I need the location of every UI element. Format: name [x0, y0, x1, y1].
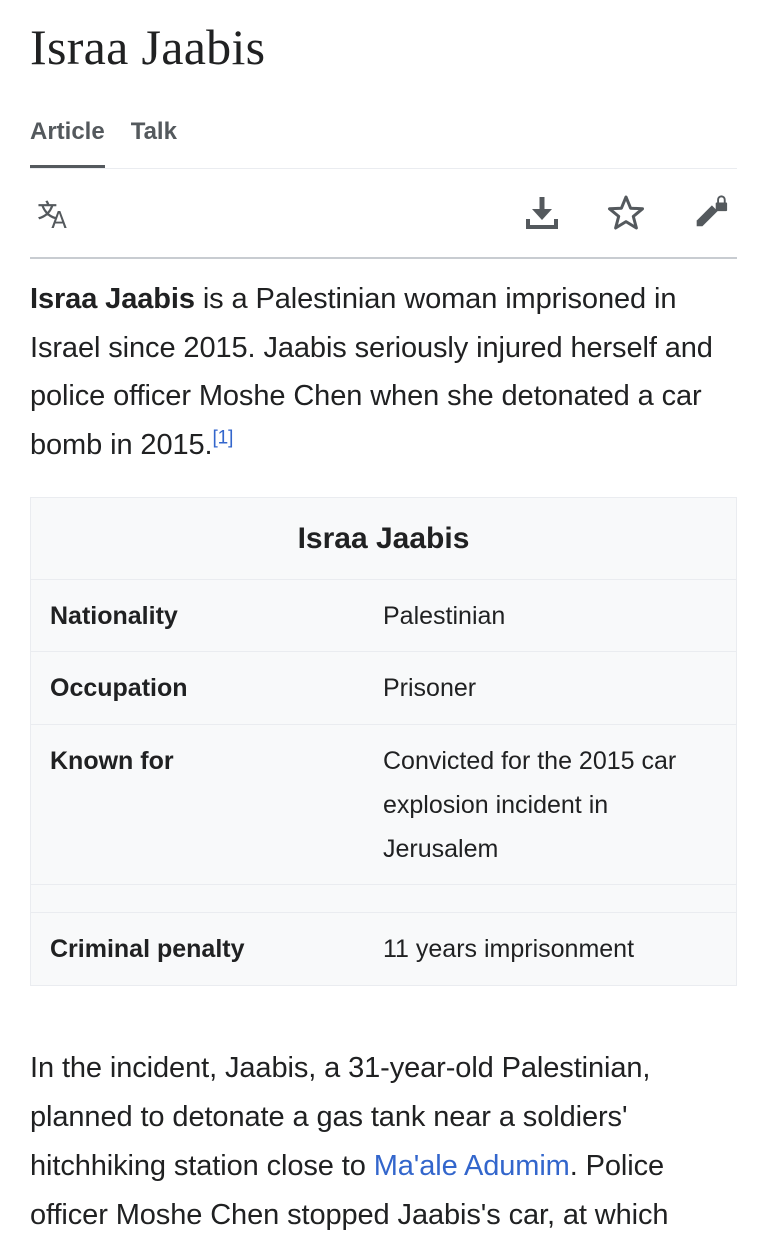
lead-paragraph: Israa Jaabis is a Palestinian woman impr…	[30, 275, 737, 469]
infobox-row-nationality: Nationality Palestinian	[31, 580, 736, 652]
infobox-label: Occupation	[50, 674, 188, 702]
infobox-value: Convicted for the 2015 car explosion inc…	[383, 747, 677, 863]
maale-adumim-link[interactable]: Ma'ale Adumim	[374, 1150, 570, 1182]
language-icon[interactable]: 文 A	[36, 194, 74, 233]
infobox-label: Nationality	[50, 601, 178, 630]
infobox-row-criminal-penalty: Criminal penalty 11 years imprisonment	[31, 913, 736, 985]
infobox-title: Israa Jaabis	[31, 498, 736, 580]
lead-subject: Israa Jaabis	[30, 283, 195, 315]
svg-text:A: A	[51, 208, 67, 233]
infobox-value: 11 years imprisonment	[383, 935, 635, 963]
infobox-row-known-for: Known for Convicted for the 2015 car exp…	[31, 725, 736, 885]
page-title: Israa Jaabis	[30, 19, 266, 75]
tab-article[interactable]: Article	[30, 118, 105, 168]
infobox-spacer-row	[31, 885, 736, 913]
infobox-value: Prisoner	[383, 674, 477, 702]
namespace-tabs: Article Talk	[30, 108, 737, 169]
watch-star-icon[interactable]	[607, 194, 645, 232]
page-actions-toolbar: 文 A	[30, 169, 737, 259]
body-paragraph: In the incident, Jaabis, a 31-year-old P…	[30, 1044, 737, 1240]
infobox-row-occupation: Occupation Prisoner	[31, 652, 736, 725]
tab-talk[interactable]: Talk	[131, 118, 177, 168]
download-icon[interactable]	[523, 194, 561, 232]
reference-link[interactable]: [1]	[213, 427, 234, 448]
infobox-label: Known for	[50, 747, 174, 775]
infobox-label: Criminal penalty	[50, 935, 245, 963]
infobox: Israa Jaabis Nationality Palestinian Occ…	[30, 497, 737, 986]
infobox-value: Palestinian	[383, 601, 506, 630]
edit-locked-icon[interactable]	[691, 194, 729, 232]
article-page: Israa Jaabis Article Talk 文 A Israa Jaab…	[30, 0, 737, 1240]
